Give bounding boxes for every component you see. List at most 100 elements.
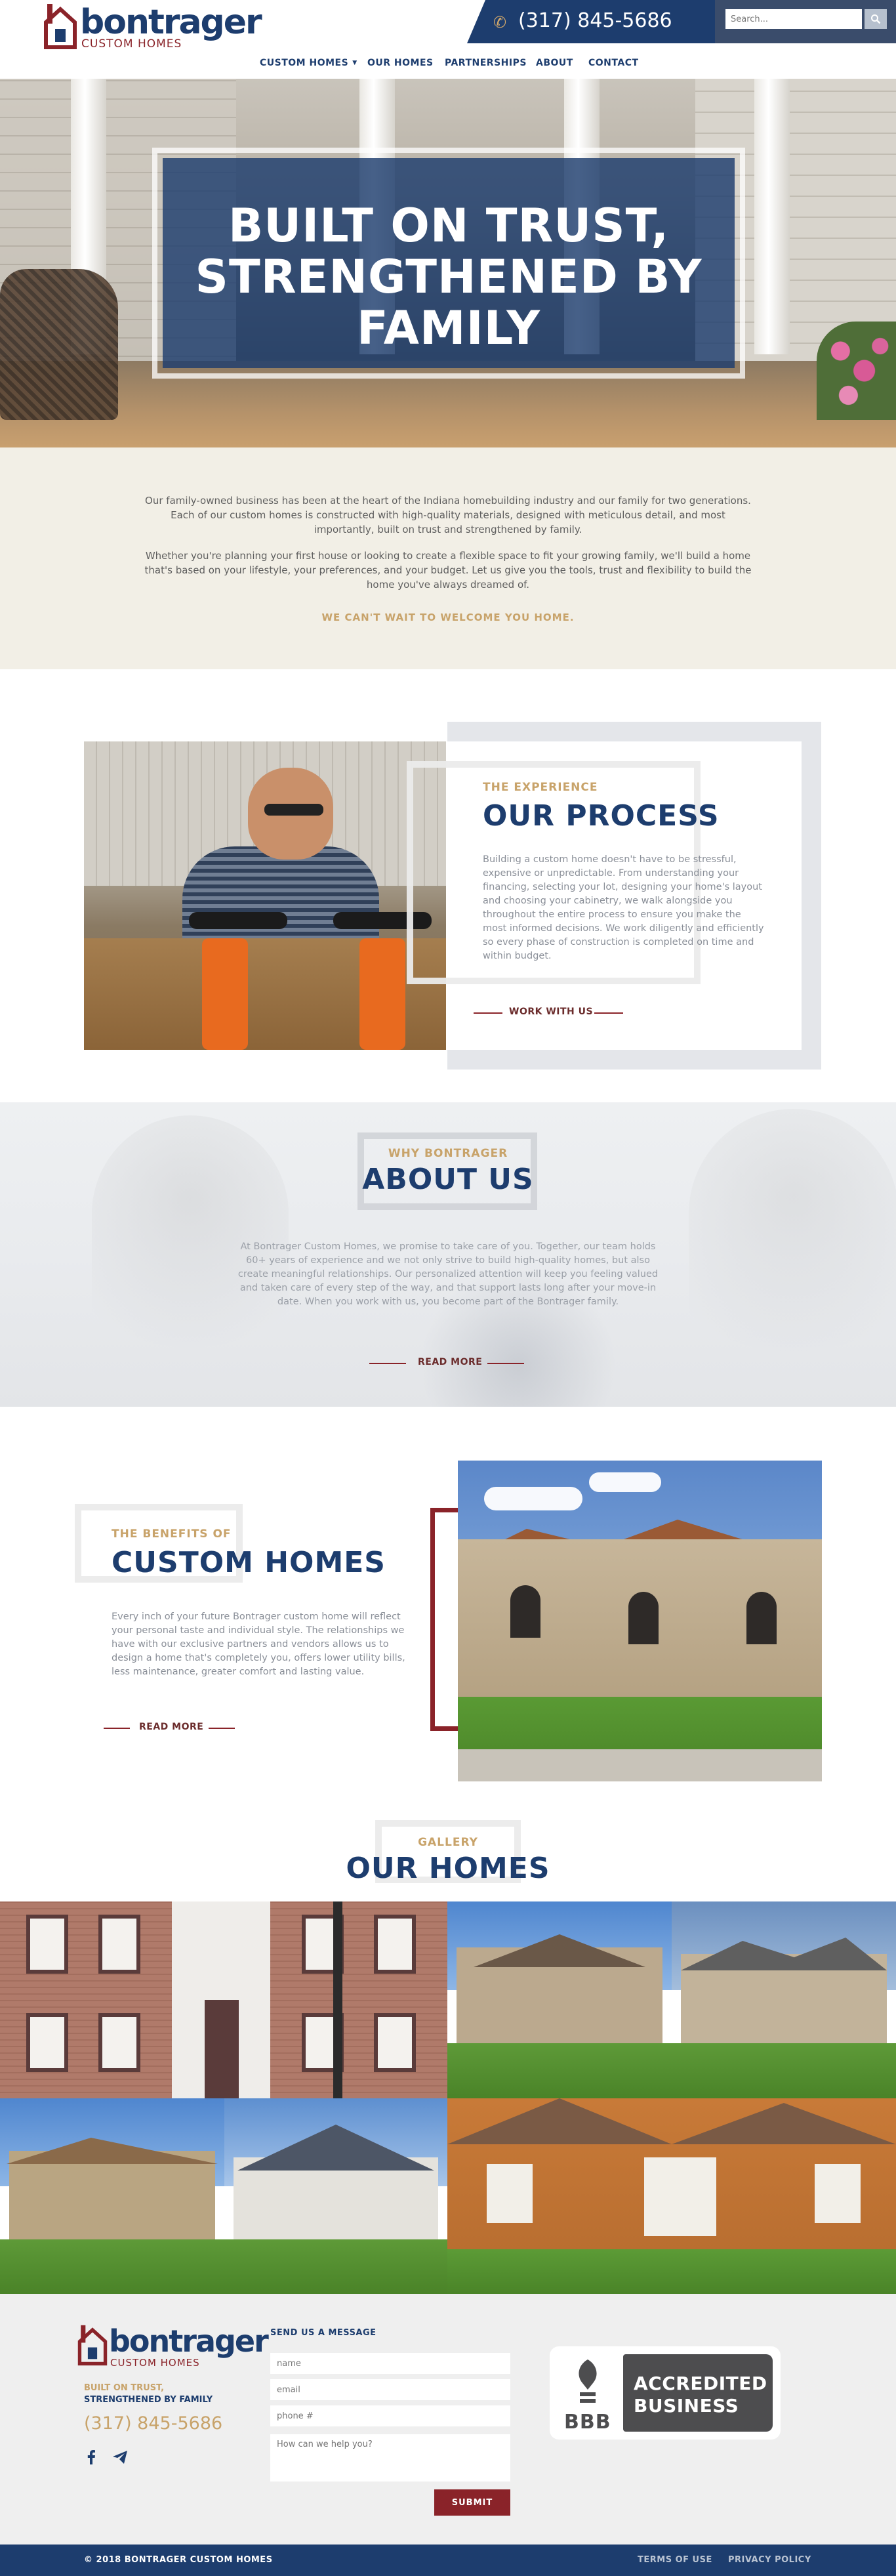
intro-section: Our family-owned business has been at th… [0, 447, 896, 669]
nav-item-partnerships[interactable]: PARTNERSHIPS [445, 58, 527, 68]
bbb-accredited-badge[interactable]: BBB ACCREDITED BUSINESS [550, 2346, 781, 2440]
work-with-us-label: WORK WITH US [509, 1007, 594, 1017]
privacy-policy-link[interactable]: PRIVACY POLICY [728, 2555, 811, 2565]
header-phone[interactable]: (317) 845-5686 [518, 9, 672, 32]
message-field[interactable] [270, 2434, 510, 2482]
hero-title-panel: BUILT ON TRUST, STRENGTHENED BY FAMILY [163, 158, 735, 368]
send-icon[interactable] [112, 2449, 129, 2466]
work-with-us-link[interactable]: WORK WITH US [474, 1004, 624, 1022]
house-portico [644, 2157, 716, 2236]
terms-of-use-link[interactable]: TERMS OF USE [638, 2555, 712, 2565]
hero-banner: BUILT ON TRUST, STRENGTHENED BY FAMILY [0, 79, 896, 447]
house-window [98, 2013, 140, 2072]
intro-paragraph: Our family-owned business has been at th… [145, 495, 751, 535]
house-window [374, 1915, 416, 1974]
benefits-photo-house [458, 1461, 822, 1781]
main-nav: CUSTOM HOMES ▼ OUR HOMES PARTNERSHIPS ABO… [0, 58, 896, 76]
copyright-text: © 2018 BONTRAGER CUSTOM HOMES [84, 2555, 273, 2565]
contact-form-title: SEND US A MESSAGE [270, 2328, 377, 2338]
logo-subtitle: CUSTOM HOMES [81, 37, 182, 51]
about-read-more-link[interactable]: READ MORE [369, 1354, 527, 1373]
email-field[interactable] [270, 2379, 510, 2400]
benefits-body: Every inch of your future Bontrager cust… [112, 1611, 405, 1677]
hero-title-line: STRENGTHENED BY [195, 250, 703, 304]
link-line-decoration [474, 1012, 502, 1014]
process-heading: OUR PROCESS [483, 799, 720, 833]
submit-button[interactable]: SUBMIT [434, 2489, 510, 2516]
gallery-photo-brick-colonial[interactable] [0, 1901, 447, 2098]
logo-wordmark: bontrager [80, 3, 262, 42]
footer-tagline: STRENGTHENED BY FAMILY [84, 2395, 213, 2405]
name-field[interactable] [270, 2353, 510, 2374]
house-door [205, 2000, 239, 2098]
gallery-photo-orange-house[interactable] [447, 2098, 896, 2294]
craftsman-shirt [182, 846, 379, 951]
bbb-logo-text: BBB [564, 2411, 611, 2434]
site-footer: bontrager CUSTOM HOMES BUILT ON TRUST, S… [0, 2294, 896, 2545]
house-window [510, 1585, 540, 1638]
phone-field[interactable] [270, 2405, 510, 2426]
about-body: At Bontrager Custom Homes, we promise to… [237, 1241, 659, 1307]
nav-item-our-homes[interactable]: OUR HOMES [367, 58, 434, 68]
gallery-photo-stone-house[interactable] [447, 1901, 672, 2098]
gallery-kicker: GALLERY [418, 1836, 478, 1849]
phone-bar[interactable]: ✆ (317) 845-5686 [467, 0, 715, 43]
hero-title-line: BUILT ON TRUST, [228, 199, 670, 253]
process-body: Building a custom home doesn't have to b… [483, 854, 764, 961]
house-window [746, 1592, 777, 1644]
search-button[interactable] [865, 9, 887, 29]
gallery-photo-stucco-house[interactable] [0, 2098, 224, 2294]
house-window [628, 1592, 659, 1644]
search-bar [715, 0, 896, 43]
clamp-handle [189, 912, 287, 929]
house-facade [9, 2151, 216, 2243]
tile-lawn [672, 2043, 896, 2098]
house-driveway [458, 1749, 822, 1781]
tile-lawn [224, 2239, 447, 2294]
house-logo-icon [77, 2325, 108, 2366]
footer-phone[interactable]: (317) 845-5686 [84, 2413, 222, 2434]
house-window [487, 2164, 533, 2223]
benefits-heading: CUSTOM HOMES [112, 1546, 386, 1579]
hero-title: BUILT ON TRUST, STRENGTHENED BY FAMILY [163, 200, 735, 354]
search-input[interactable] [725, 9, 862, 29]
phone-icon: ✆ [493, 13, 507, 31]
gallery-photo-craftsman-house[interactable] [672, 1901, 896, 2098]
bbb-label: ACCREDITED BUSINESS [634, 2373, 767, 2417]
chevron-down-icon: ▼ [352, 60, 357, 66]
benefits-read-more-label: READ MORE [139, 1722, 204, 1732]
benefits-accent-bracket [430, 1508, 458, 1731]
house-window [26, 2013, 68, 2072]
link-line-decoration [369, 1363, 406, 1364]
site-header: bontrager CUSTOM HOMES ✆ (317) 845-5686 … [0, 0, 896, 79]
hero-column [754, 79, 790, 354]
orange-clamp [359, 938, 405, 1050]
hero-flowers [817, 322, 896, 420]
nav-item-contact[interactable]: CONTACT [588, 58, 639, 68]
footer-logo-wordmark: bontrager [109, 2323, 269, 2359]
tile-lawn [447, 2249, 896, 2294]
hero-wicker-chair [0, 269, 118, 420]
link-line-decoration [104, 1728, 130, 1729]
orange-clamp [202, 938, 248, 1050]
footer-logo[interactable]: bontrager CUSTOM HOMES [76, 2324, 269, 2371]
gallery-heading: OUR HOMES [346, 1852, 550, 1885]
site-logo[interactable]: bontrager CUSTOM HOMES [42, 3, 262, 51]
nav-label: CUSTOM HOMES [260, 58, 349, 68]
process-photo-craftsman [84, 741, 446, 1050]
footer-logo-subtitle: CUSTOM HOMES [110, 2357, 200, 2369]
tile-lawn [447, 2043, 672, 2098]
bbb-torch-icon [579, 2359, 597, 2403]
bbb-label-line: ACCREDITED [634, 2373, 767, 2394]
nav-item-custom-homes[interactable]: CUSTOM HOMES ▼ [260, 58, 357, 68]
cloud [589, 1472, 661, 1492]
nav-item-about[interactable]: ABOUT [536, 58, 573, 68]
search-icon [871, 14, 881, 24]
house-roof [447, 2098, 896, 2144]
gallery-photo-white-house[interactable] [224, 2098, 447, 2294]
benefits-read-more-link[interactable]: READ MORE [104, 1719, 248, 1737]
about-heading: ABOUT US [362, 1163, 534, 1196]
cloud [484, 1487, 582, 1510]
facebook-icon[interactable] [83, 2449, 100, 2466]
about-kicker: WHY BONTRAGER [388, 1147, 508, 1160]
